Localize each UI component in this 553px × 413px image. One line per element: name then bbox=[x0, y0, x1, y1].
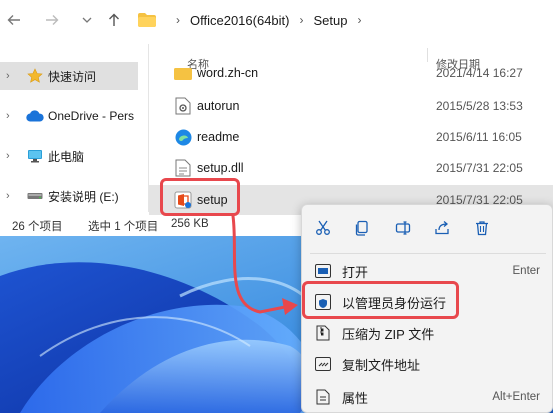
sidebar-item-quick-access[interactable]: › 快速访问 bbox=[0, 62, 138, 90]
file-name: autorun bbox=[197, 99, 240, 113]
computer-icon bbox=[26, 148, 44, 164]
file-date: 2015/6/11 16:05 bbox=[436, 130, 522, 144]
recent-locations-button[interactable] bbox=[75, 8, 99, 32]
menu-item-shortcut: Enter bbox=[512, 265, 541, 277]
selected-size: 256 KB bbox=[171, 218, 209, 230]
chevron-down-icon bbox=[82, 17, 92, 23]
item-count: 26 个项目 bbox=[12, 221, 63, 233]
cut-button[interactable] bbox=[311, 216, 335, 240]
file-name: readme bbox=[197, 130, 240, 144]
menu-item-label: 打开 bbox=[342, 264, 369, 280]
folder-icon bbox=[173, 63, 193, 83]
zip-icon bbox=[314, 324, 332, 342]
address-bar: › Office2016(64bit) › Setup › bbox=[0, 0, 553, 40]
menu-item-copy-path[interactable]: 复制文件地址 bbox=[306, 349, 550, 379]
selected-count: 选中 1 个项目 bbox=[88, 221, 159, 233]
sidebar-item-drive-e[interactable]: › 安装说明 (E:) bbox=[0, 182, 148, 210]
menu-item-label: 压缩为 ZIP 文件 bbox=[342, 326, 435, 342]
breadcrumb-separator: › bbox=[299, 13, 304, 27]
edge-html-icon bbox=[173, 127, 193, 147]
properties-icon bbox=[314, 388, 332, 406]
file-date: 2015/7/31 22:05 bbox=[436, 161, 523, 175]
file-name: word.zh-cn bbox=[197, 66, 259, 80]
config-file-icon bbox=[173, 96, 193, 116]
drive-icon bbox=[26, 188, 44, 204]
file-date: 2021/4/14 16:27 bbox=[436, 66, 523, 80]
chevron-right-icon[interactable]: › bbox=[6, 70, 20, 82]
file-row[interactable]: autorun 2015/5/28 13:53 bbox=[149, 91, 553, 121]
rename-button[interactable] bbox=[391, 216, 415, 240]
dll-file-icon bbox=[173, 158, 193, 178]
share-button[interactable] bbox=[430, 216, 454, 240]
folder-icon bbox=[138, 13, 156, 27]
delete-icon bbox=[476, 221, 488, 236]
menu-item-label: 复制文件地址 bbox=[342, 357, 421, 373]
menu-item-properties[interactable]: 属性 Alt+Enter bbox=[306, 382, 550, 412]
menu-item-label: 属性 bbox=[342, 390, 369, 406]
sidebar-item-label: 此电脑 bbox=[48, 149, 85, 164]
delete-button[interactable] bbox=[470, 216, 494, 240]
copy-path-icon bbox=[314, 355, 332, 373]
arrow-up-icon bbox=[109, 13, 119, 26]
breadcrumb: › Office2016(64bit) › Setup › bbox=[138, 6, 371, 34]
file-row[interactable]: word.zh-cn 2021/4/14 16:27 bbox=[149, 58, 553, 88]
share-icon bbox=[435, 221, 449, 235]
sidebar-item-label: 快速访问 bbox=[48, 69, 97, 84]
up-button[interactable] bbox=[102, 8, 126, 32]
breadcrumb-separator: › bbox=[176, 13, 180, 27]
cut-icon bbox=[316, 220, 330, 235]
menu-item-shortcut: Alt+Enter bbox=[492, 391, 540, 403]
sidebar-item-this-pc[interactable]: › 此电脑 bbox=[0, 142, 148, 170]
breadcrumb-item[interactable]: Office2016(64bit) bbox=[190, 13, 290, 28]
open-icon bbox=[314, 262, 332, 280]
chevron-right-icon[interactable]: › bbox=[6, 110, 20, 122]
context-menu-divider bbox=[310, 253, 546, 254]
breadcrumb-separator[interactable]: › bbox=[357, 13, 361, 27]
forward-button[interactable] bbox=[40, 8, 64, 32]
highlight-box-setup-file bbox=[160, 178, 240, 216]
chevron-right-icon[interactable]: › bbox=[6, 190, 20, 202]
file-date: 2015/5/28 13:53 bbox=[436, 99, 523, 113]
arrow-left-icon bbox=[7, 15, 20, 25]
highlight-box-run-as-admin bbox=[302, 281, 459, 319]
navigation-pane: › 快速访问 › OneDrive - Pers › 此电脑 › 安装说明 (E… bbox=[0, 44, 148, 212]
file-name: setup.dll bbox=[197, 161, 244, 175]
arrow-right-icon bbox=[46, 15, 59, 25]
menu-item-compress-zip[interactable]: 压缩为 ZIP 文件 bbox=[306, 318, 550, 348]
back-button[interactable] bbox=[2, 8, 26, 32]
star-icon bbox=[26, 68, 44, 84]
sidebar-item-label: 安装说明 (E:) bbox=[48, 189, 119, 204]
chevron-right-icon[interactable]: › bbox=[6, 150, 20, 162]
file-explorer-window: › Office2016(64bit) › Setup › › 快速访问 › O… bbox=[0, 0, 553, 236]
sidebar-item-onedrive[interactable]: › OneDrive - Pers bbox=[0, 102, 148, 130]
copy-icon bbox=[355, 220, 368, 236]
cloud-icon bbox=[26, 108, 44, 124]
copy-button[interactable] bbox=[350, 216, 374, 240]
breadcrumb-item[interactable]: Setup bbox=[314, 13, 348, 28]
sidebar-item-label: OneDrive - Pers bbox=[48, 109, 135, 123]
rename-icon bbox=[395, 221, 411, 235]
file-row[interactable]: readme 2015/6/11 16:05 bbox=[149, 122, 553, 152]
context-menu-quick-actions bbox=[302, 205, 552, 251]
